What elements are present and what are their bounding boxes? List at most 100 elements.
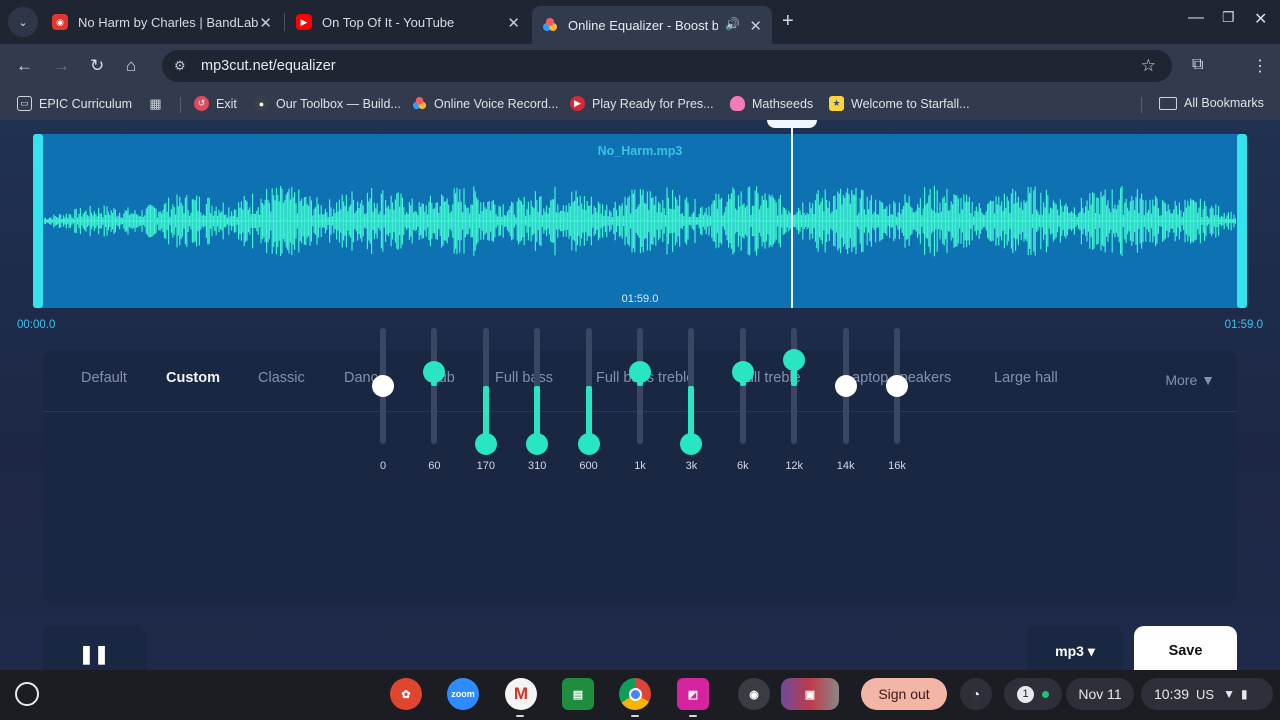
gmail-app-icon[interactable]: M [505,678,537,710]
pause-button[interactable]: ❚❚ [42,626,146,670]
home-icon[interactable]: ⌂ [126,56,136,76]
slider-knob[interactable] [731,360,754,383]
site-info-icon[interactable]: ⚙ [174,58,186,74]
mathseeds-icon [730,96,745,111]
tab-title: On Top Of It - YouTube [322,14,455,30]
zoom-app-icon[interactable]: zoom [447,678,479,710]
tab-strip: ⌄ ◉ No Harm by Charles | BandLab ✕ ▶ On … [0,0,1280,44]
eq-slider[interactable]: 16k [885,328,909,472]
chrome-app-icon[interactable] [619,678,651,710]
eq-slider[interactable]: 3k [679,328,703,472]
eq-slider[interactable]: 60 [422,328,446,472]
mp3cut-icon [542,17,558,33]
forward-icon[interactable]: → [53,56,70,76]
windows-overview-icon[interactable]: ▣ [781,678,839,710]
canvas-app-icon[interactable]: ✿ [390,678,422,710]
bookmark-mathseeds[interactable]: Mathseeds [730,96,813,111]
launcher-icon[interactable] [15,682,39,706]
preset-default[interactable]: Default [81,370,127,386]
eq-slider[interactable]: 170 [474,328,498,472]
status-tray[interactable]: 10:39 US ▼ ▮ [1141,678,1273,710]
trim-handle-left[interactable] [33,134,43,308]
waveform[interactable] [44,158,1236,284]
speaker-icon[interactable]: 🔊 [725,17,740,31]
audio-filename: No_Harm.mp3 [597,144,683,158]
bookmark-apps[interactable]: ▦ [148,96,170,111]
slider-track[interactable] [739,328,746,444]
bookmarks-bar: ▭ EPIC Curriculum ▦ ↺ Exit ● Our Toolbox… [0,88,1280,120]
slider-track[interactable] [791,328,798,444]
screen-capture-icon[interactable]: ◔ [960,678,992,710]
date-pill[interactable]: Nov 11 [1066,678,1134,710]
address-bar[interactable]: ⚙ mp3cut.net/equalizer ☆ [162,50,1172,82]
eq-slider[interactable]: 310 [525,328,549,472]
slider-knob[interactable] [834,375,857,397]
battery-icon: ▮ [1241,687,1248,701]
toolbox-icon: ● [254,96,269,111]
close-icon[interactable]: ✕ [259,14,272,32]
eq-slider[interactable]: 1k [628,328,652,472]
bookmark-toolbox[interactable]: ● Our Toolbox — Build... [254,96,401,111]
window-close-icon[interactable]: ✕ [1254,9,1267,29]
bookmark-starfall[interactable]: ★ Welcome to Starfall... [829,96,970,111]
slider-knob[interactable] [886,375,908,397]
slider-knob[interactable] [372,375,394,397]
slider-knob[interactable] [629,360,651,383]
eq-slider[interactable]: 14k [834,328,858,472]
preset-classic[interactable]: Classic [258,370,305,386]
slider-track[interactable] [637,328,643,444]
bookmark-play-ready[interactable]: ▶ Play Ready for Pres... [570,96,714,111]
trim-handle-right[interactable] [1237,134,1247,308]
eq-slider[interactable]: 12k [782,328,806,472]
new-tab-icon[interactable]: + [782,10,794,33]
tab-separator [284,13,285,31]
tab-bandlab[interactable]: ◉ No Harm by Charles | BandLab ✕ [42,6,282,38]
extensions-icon[interactable]: ⧉ [1192,56,1203,74]
format-select[interactable]: mp3 ▾ [1027,626,1123,670]
eq-slider[interactable]: 0 [371,328,395,472]
back-icon[interactable]: ← [16,56,33,76]
bookmark-label: Exit [216,96,237,111]
close-icon[interactable]: ✕ [507,14,520,32]
more-presets-dropdown[interactable]: More ▼ [1165,372,1215,388]
bookmark-label: Online Voice Record... [434,96,559,111]
starfall-icon: ★ [829,96,844,111]
url-text[interactable]: mp3cut.net/equalizer [201,58,336,74]
jamboard-app-icon[interactable]: ◩ [677,678,709,710]
apps-grid-icon: ▦ [149,95,162,111]
play-ready-icon: ▶ [570,96,585,111]
clock: 10:39 [1154,686,1190,702]
minimize-icon[interactable]: — [1188,9,1204,27]
classroom-app-icon[interactable]: ▤ [562,678,594,710]
exit-icon: ↺ [194,96,209,111]
tab-youtube[interactable]: ▶ On Top Of It - YouTube ✕ [286,6,530,38]
slider-knob[interactable] [474,433,497,455]
bookmark-exit[interactable]: ↺ Exit [194,96,237,111]
playhead-handle[interactable] [767,120,817,128]
eq-slider[interactable]: 6k [731,328,755,472]
reload-icon[interactable]: ↻ [90,56,104,76]
bookmark-star-icon[interactable]: ☆ [1141,56,1156,76]
wifi-icon: ▼ [1223,687,1235,701]
restore-icon[interactable]: ❐ [1222,9,1235,26]
screen-recorder-icon[interactable]: ◉ [738,678,770,710]
preset-large-hall[interactable]: Large hall [994,370,1058,386]
playhead[interactable] [791,120,793,308]
tab-search-icon[interactable]: ⌄ [8,7,38,37]
tab-equalizer[interactable]: Online Equalizer - Boost bass 🔊 ✕ [532,6,772,44]
youtube-icon: ▶ [296,14,312,30]
eq-slider[interactable]: 600 [577,328,601,472]
save-button[interactable]: Save [1134,626,1237,670]
preset-custom[interactable]: Custom [166,370,220,386]
slider-track[interactable] [431,328,438,444]
slider-knob[interactable] [783,349,806,372]
sign-out-button[interactable]: Sign out [861,678,947,710]
slider-knob[interactable] [423,360,446,383]
menu-icon[interactable]: ⋮ [1252,56,1268,76]
slider-knob[interactable] [577,433,600,455]
notification-pill[interactable]: 1 [1004,678,1062,710]
all-bookmarks[interactable]: All Bookmarks [1159,96,1264,110]
close-icon[interactable]: ✕ [749,17,762,35]
bookmark-voice-recorder[interactable]: Online Voice Record... [412,96,558,111]
bookmark-epic[interactable]: ▭ EPIC Curriculum [17,96,132,111]
